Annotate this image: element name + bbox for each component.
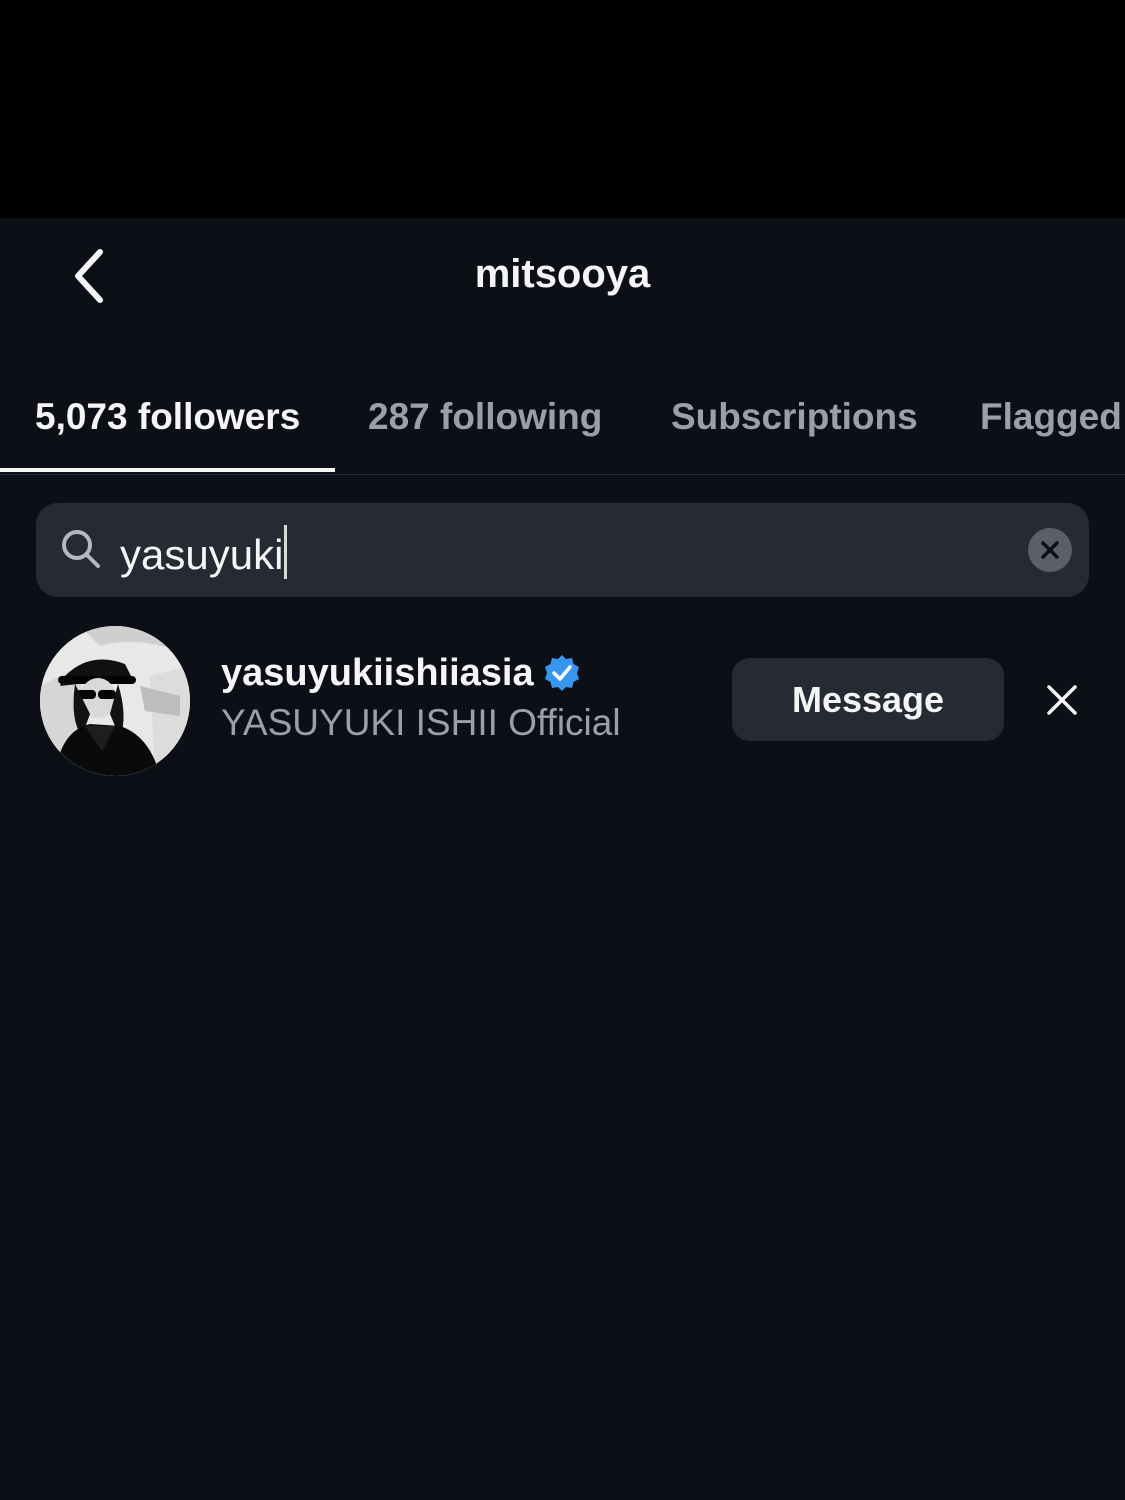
username: yasuyukiishiiasia — [221, 650, 621, 696]
tab-bar: 5,073 followers 287 following Subscripti… — [0, 380, 1125, 475]
search-bar[interactable]: yasuyuki — [36, 503, 1089, 597]
header: mitsooya — [0, 218, 1125, 338]
list-item[interactable]: yasuyukiishiiasia YASUYUKI ISHII Officia… — [0, 622, 1125, 782]
remove-follower-button[interactable] — [1040, 678, 1084, 722]
tab-followers[interactable]: 5,073 followers — [35, 396, 300, 438]
page-title: mitsooya — [474, 252, 651, 296]
clear-circle-icon — [1041, 541, 1059, 559]
search-input-value: yasuyuki — [120, 531, 284, 578]
tab-subscriptions[interactable]: Subscriptions — [671, 396, 918, 438]
tab-flagged[interactable]: Flagged — [980, 396, 1122, 438]
verified-badge-icon — [544, 655, 579, 691]
avatar[interactable] — [40, 626, 190, 776]
message-button[interactable]: Message — [732, 658, 1004, 741]
username-text: yasuyukiishiiasia — [221, 652, 534, 694]
tab-following[interactable]: 287 following — [368, 396, 602, 438]
full-name: YASUYUKI ISHII Official — [221, 702, 621, 743]
status-bar-area — [0, 0, 1125, 218]
avatar-photo — [40, 626, 190, 776]
text-cursor — [284, 525, 288, 579]
user-info[interactable]: yasuyukiishiiasia YASUYUKI ISHII Officia… — [221, 650, 621, 746]
active-tab-indicator — [0, 468, 335, 472]
close-icon — [1047, 685, 1077, 715]
search-input[interactable]: yasuyuki — [120, 525, 288, 581]
search-icon — [62, 530, 100, 568]
clear-search-button[interactable] — [1028, 528, 1072, 572]
